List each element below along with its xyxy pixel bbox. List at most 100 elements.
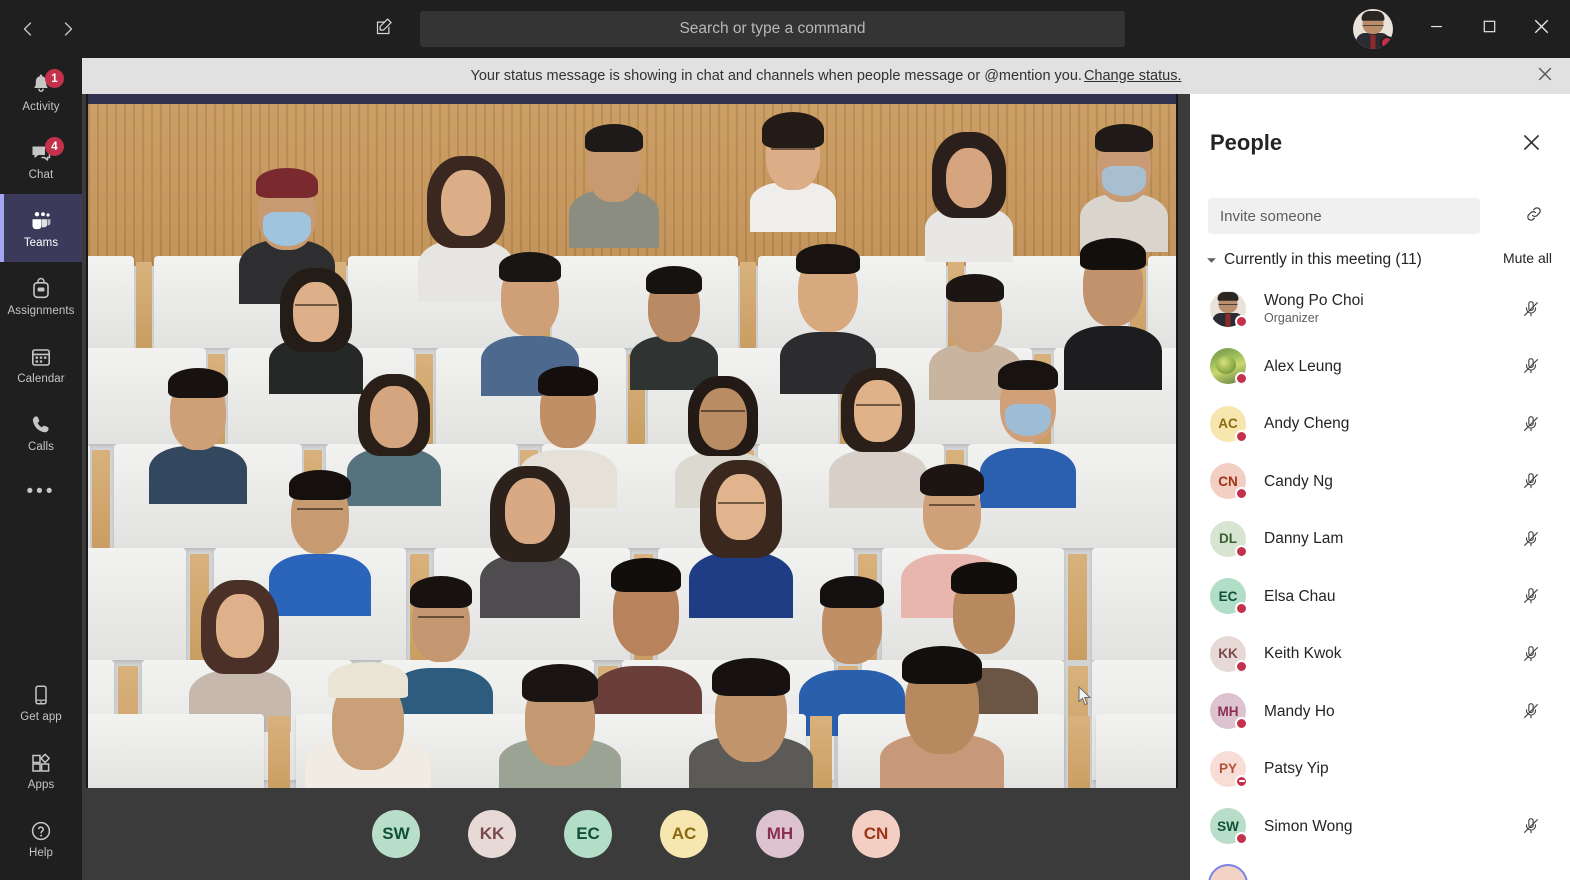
microphone-muted-icon[interactable] [1518, 583, 1544, 609]
banner-close-button[interactable] [1532, 63, 1558, 89]
microphone-muted-icon[interactable] [1518, 353, 1544, 379]
avatar-wrapper: PY [1210, 750, 1248, 788]
close-button[interactable] [1518, 0, 1564, 58]
help-icon [27, 817, 55, 845]
sidebar-item-assignments[interactable]: Assignments [0, 262, 82, 330]
avatar-initials: MH [1217, 703, 1239, 719]
mute-all-button[interactable]: Mute all [1503, 250, 1552, 266]
participant-video-tile [498, 654, 622, 788]
microphone-muted-icon[interactable] [1518, 411, 1544, 437]
backpack-icon [27, 275, 55, 303]
participant-text: Candy Ng [1264, 472, 1333, 491]
list-item[interactable]: KK Keith Kwok [1190, 625, 1570, 683]
copy-join-link-button[interactable] [1518, 200, 1550, 232]
sidebar-item-label: Calls [27, 440, 55, 453]
avatar-initials: AC [671, 824, 697, 843]
activity-badge: 1 [45, 69, 64, 88]
sidebar-more-button[interactable]: ••• [0, 466, 82, 518]
avatar-initials: KK [1218, 646, 1238, 662]
phone-icon [27, 411, 55, 439]
list-item[interactable]: Wong Po Choi Organizer [1190, 280, 1570, 338]
avatar-initials: MH [766, 824, 794, 843]
invite-row [1208, 198, 1552, 234]
presence-indicator-busy [1235, 314, 1248, 328]
forward-button[interactable] [48, 9, 88, 49]
sidebar-item-calendar[interactable]: Calendar [0, 330, 82, 398]
teams-window: Search or type a command Your status mes… [0, 0, 1570, 880]
sidebar-item-label: Calendar [17, 372, 65, 385]
close-icon [1523, 134, 1540, 156]
chat-badge: 4 [45, 137, 64, 156]
list-item[interactable]: Alex Leung [1190, 338, 1570, 396]
people-panel-close-button[interactable] [1518, 132, 1544, 158]
sidebar-item-label: Get app [20, 710, 62, 723]
participant-video-tile [1063, 220, 1163, 390]
participant-list: Wong Po Choi Organizer Alex Leung AC And… [1190, 280, 1570, 880]
more-horizontal-icon: ••• [26, 481, 56, 502]
participant-avatar-strip: SW KK EC AC MH CN [82, 788, 1190, 880]
new-chat-button[interactable] [364, 9, 404, 49]
participant-role: Organizer [1264, 311, 1319, 326]
maximize-button[interactable] [1466, 0, 1512, 58]
chevron-right-icon [58, 19, 78, 39]
back-button[interactable] [8, 9, 48, 49]
participant-name: Mandy Ho [1264, 702, 1335, 720]
list-item[interactable]: MH Mandy Ho [1190, 683, 1570, 741]
search-bar[interactable]: Search or type a command [420, 11, 1125, 47]
together-mode-video[interactable] [86, 94, 1178, 788]
sidebar-item-activity[interactable]: 1 Activity [0, 58, 82, 126]
apps-icon [27, 749, 55, 777]
invite-someone-input[interactable] [1208, 198, 1480, 234]
sidebar-item-get-app[interactable]: Get app [0, 668, 82, 736]
presence-indicator-busy [1235, 832, 1248, 846]
avatar-wrapper: SW [1210, 808, 1248, 846]
sidebar-item-calls[interactable]: Calls [0, 398, 82, 466]
avatar-wrapper: AC [1210, 405, 1248, 443]
change-status-link[interactable]: Change status. [1084, 68, 1182, 84]
banner-text: Your status message is showing in chat a… [470, 68, 1082, 84]
microphone-muted-icon[interactable] [1518, 468, 1544, 494]
strip-avatar-mh[interactable]: MH [756, 810, 804, 858]
presence-indicator-busy [1235, 487, 1248, 501]
section-label: Currently in this meeting (11) [1224, 251, 1422, 268]
microphone-muted-icon[interactable] [1518, 296, 1544, 322]
strip-avatar-kk[interactable]: KK [468, 810, 516, 858]
strip-avatar-sw[interactable]: SW [372, 810, 420, 858]
sidebar-item-teams[interactable]: Teams [0, 194, 82, 262]
minimize-button[interactable] [1413, 0, 1459, 58]
microphone-muted-icon[interactable] [1518, 526, 1544, 552]
microphone-muted-icon[interactable] [1518, 641, 1544, 667]
participant-video-tile [878, 642, 1006, 788]
avatar-wrapper: EC [1210, 578, 1248, 616]
sidebar-item-chat[interactable]: 4 Chat [0, 126, 82, 194]
presence-indicator-busy [1235, 659, 1248, 673]
strip-avatar-ac[interactable]: AC [660, 810, 708, 858]
list-item[interactable]: PY Patsy Yip [1190, 740, 1570, 798]
sidebar-item-label: Chat [28, 168, 54, 181]
meeting-section-header: Currently in this meeting (11) Mute all [1202, 246, 1558, 274]
presence-indicator-busy [1235, 429, 1248, 443]
chevron-down-icon[interactable] [1202, 251, 1220, 269]
list-item[interactable] [1190, 855, 1570, 880]
list-item[interactable]: EC Elsa Chau [1190, 568, 1570, 626]
participant-text: Andy Cheng [1264, 414, 1349, 433]
presence-indicator-do-not-disturb [1235, 774, 1248, 788]
title-bar: Search or type a command [0, 0, 1570, 58]
list-item[interactable]: CN Candy Ng [1190, 453, 1570, 511]
strip-avatar-ec[interactable]: EC [564, 810, 612, 858]
microphone-muted-icon[interactable] [1518, 698, 1544, 724]
avatar-tie [1370, 35, 1376, 49]
strip-avatar-cn[interactable]: CN [852, 810, 900, 858]
calendar-icon [27, 343, 55, 371]
close-icon [1534, 19, 1549, 39]
sidebar-item-apps[interactable]: Apps [0, 736, 82, 804]
list-item[interactable]: AC Andy Cheng [1190, 395, 1570, 453]
microphone-muted-icon[interactable] [1518, 813, 1544, 839]
participant-name: Andy Cheng [1264, 415, 1350, 433]
page-title: People [1210, 130, 1283, 155]
sidebar-item-help[interactable]: Help [0, 804, 82, 872]
list-item[interactable]: SW Simon Wong [1190, 798, 1570, 856]
avatar[interactable] [1353, 9, 1393, 49]
list-item[interactable]: DL Danny Lam [1190, 510, 1570, 568]
avatar [1210, 865, 1246, 880]
